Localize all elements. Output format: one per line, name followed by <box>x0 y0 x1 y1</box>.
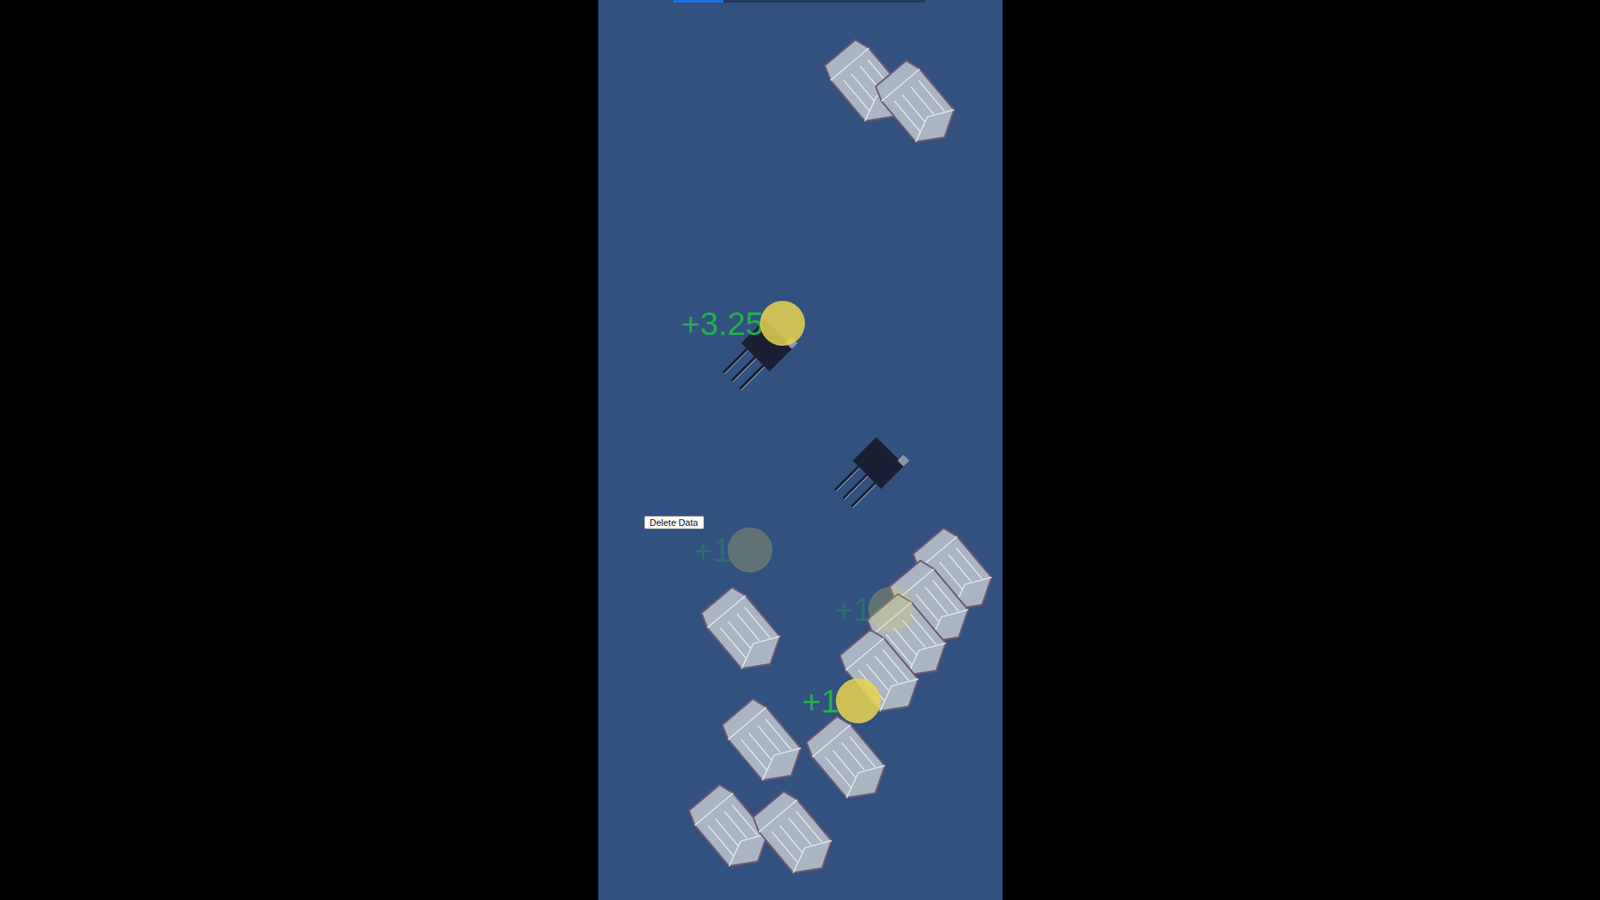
score-text: +1 <box>694 534 731 567</box>
game-canvas[interactable]: +3.25 +1 +1 +1 Delete Data <box>598 0 1003 900</box>
delete-data-button[interactable]: Delete Data <box>644 515 705 530</box>
rock-icon <box>870 58 963 150</box>
coin-icon[interactable] <box>727 527 773 573</box>
game-screen: +3.25 +1 +1 +1 Delete Data <box>0 0 1600 900</box>
rock-icon <box>696 585 789 677</box>
transistor-icon <box>827 414 928 515</box>
coin-icon[interactable] <box>760 300 805 346</box>
rock-icon <box>717 696 810 789</box>
rock-icon <box>801 714 894 806</box>
score-text: +3.25 <box>681 307 765 340</box>
score-popup: +1 <box>694 527 773 573</box>
score-popup: +1 <box>802 678 881 724</box>
score-text: +1 <box>802 685 840 718</box>
coin-icon[interactable] <box>868 586 914 632</box>
rock-icon <box>748 789 840 881</box>
progress-fill <box>673 0 724 3</box>
coin-icon[interactable] <box>835 678 881 724</box>
progress-bar <box>673 0 925 3</box>
score-text: +1 <box>835 593 872 626</box>
score-popup: +1 <box>835 586 914 632</box>
score-popup: +3.25 <box>681 300 806 346</box>
